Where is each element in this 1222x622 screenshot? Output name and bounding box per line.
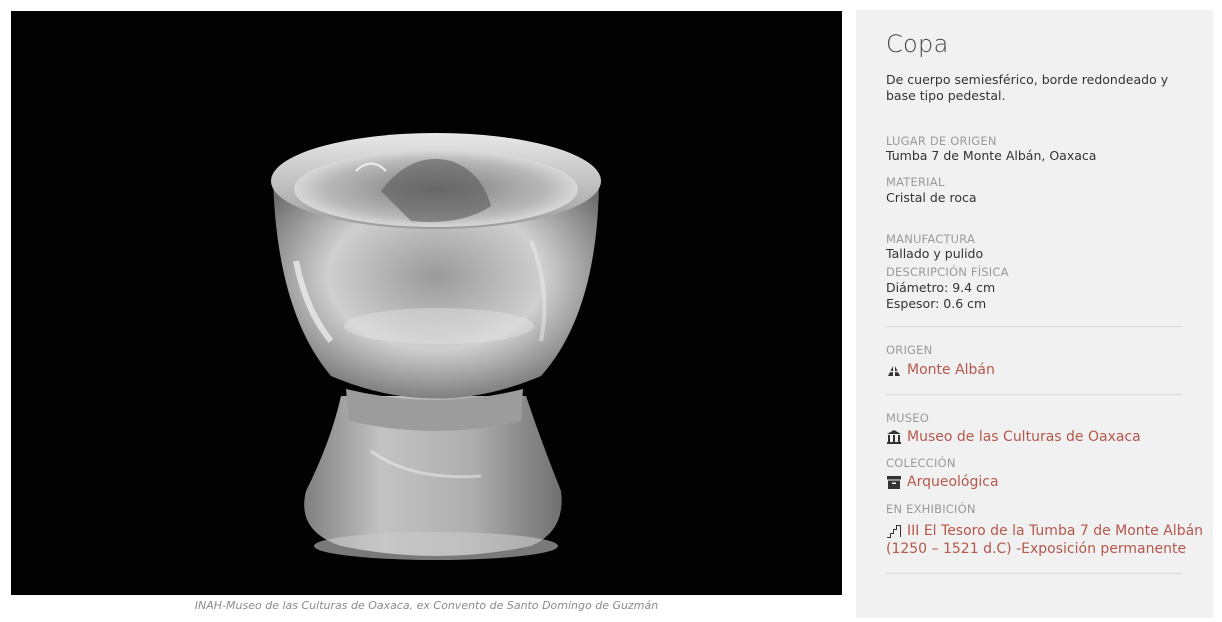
coleccion-link[interactable]: Arqueológica [886, 473, 999, 491]
coleccion-link-text[interactable]: Arqueológica [907, 473, 999, 491]
manufactura-value: Tallado y pulido [886, 246, 984, 261]
material-value: Cristal de roca [886, 190, 977, 205]
exhibicion-label: EN EXHIBICIÓN [886, 502, 976, 516]
material-label: MATERIAL [886, 175, 945, 189]
crystal-cup-image [271, 133, 601, 560]
origen-label: ORIGEN [886, 343, 933, 357]
museum-icon [887, 430, 901, 444]
pyramid-icon [888, 364, 900, 376]
artifact-title: Copa [886, 30, 949, 58]
museo-link[interactable]: Museo de las Culturas de Oaxaca [886, 428, 1141, 446]
exhibicion-link-line1[interactable]: III El Tesoro de la Tumba 7 de Monte Alb… [907, 522, 1203, 540]
artifact-description: De cuerpo semiesférico, borde redondeado… [886, 72, 1169, 103]
divider [886, 394, 1183, 395]
artifact-photo[interactable] [11, 11, 842, 595]
origen-link[interactable]: Monte Albán [886, 361, 995, 379]
museo-link-text[interactable]: Museo de las Culturas de Oaxaca [907, 428, 1141, 446]
espesor-value: Espesor: 0.6 cm [886, 296, 987, 311]
divider [886, 573, 1183, 574]
lugar-origen-label: LUGAR DE ORIGEN [886, 134, 997, 148]
exhibicion-link-continued[interactable]: (1250 – 1521 d.C) -Exposición permanente [886, 540, 1186, 558]
diametro-value: Diámetro: 9.4 cm [886, 280, 996, 295]
exhibicion-link[interactable]: III El Tesoro de la Tumba 7 de Monte Alb… [886, 522, 1203, 540]
divider [886, 326, 1183, 327]
manufactura-label: MANUFACTURA [886, 232, 976, 246]
archive-box-icon [887, 476, 901, 489]
origen-link-text[interactable]: Monte Albán [907, 361, 995, 379]
photo-caption: INAH-Museo de las Culturas de Oaxaca, ex… [194, 599, 659, 612]
exhibicion-link-text[interactable]: III El Tesoro de la Tumba 7 de Monte Alb… [907, 522, 1203, 540]
coleccion-label: COLECCIÓN [886, 456, 956, 470]
exhibicion-link-line2[interactable]: (1250 – 1521 d.C) -Exposición permanente [886, 540, 1186, 558]
exhibition-stairs-icon [887, 525, 901, 538]
museo-label: MUSEO [886, 411, 929, 425]
lugar-origen-value: Tumba 7 de Monte Albán, Oaxaca [886, 148, 1097, 163]
descripcion-fisica-label: DESCRIPCIÓN FÍSICA [886, 265, 1009, 279]
artifact-info-panel: Copa De cuerpo semiesférico, borde redon… [856, 10, 1213, 618]
